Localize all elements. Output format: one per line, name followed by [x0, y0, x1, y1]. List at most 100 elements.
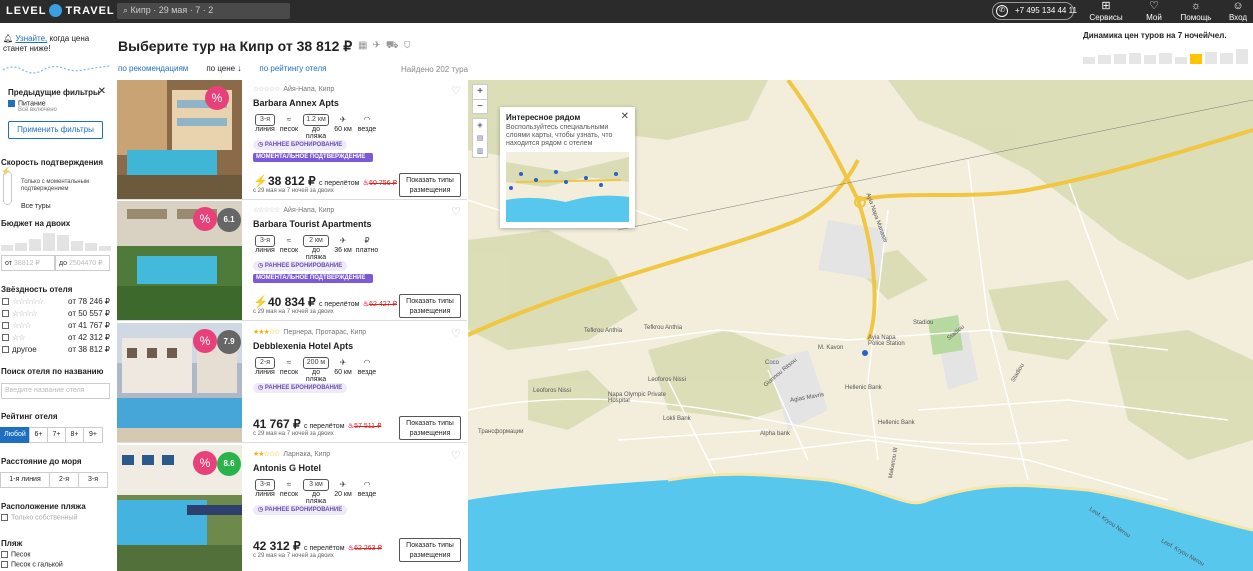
plane-icon: ✈: [339, 115, 347, 124]
favorite-heart-icon[interactable]: ♡: [451, 84, 461, 97]
stars-row[interactable]: ☆☆☆☆ от 50 557 ₽: [2, 309, 110, 318]
price-desc: с 29 мая на 7 ночей за двоих: [253, 553, 334, 559]
hotel-name[interactable]: Barbara Annex Apts: [253, 98, 465, 110]
price-dynamics-bar[interactable]: [1098, 55, 1111, 64]
hotel-name[interactable]: Barbara Tourist Apartments: [253, 219, 465, 231]
speed-opt1[interactable]: Только с моментальным подтверждением: [21, 179, 101, 193]
wifi-icon: ◠: [363, 115, 371, 124]
food-filter[interactable]: Питание: [8, 100, 108, 107]
star-checkbox[interactable]: [2, 322, 9, 330]
favorite-heart-icon[interactable]: ♡: [451, 205, 461, 218]
budget-from-input[interactable]: от 38812 ₽: [1, 255, 55, 271]
search-icon: ⌕: [123, 5, 131, 15]
filter-icon[interactable]: ▥: [473, 145, 487, 158]
sort-recommend[interactable]: по рекомендациям: [118, 64, 188, 73]
hotel-card[interactable]: % ☆☆☆☆☆ Айя-Напа, Кипр Barbara Annex Apts…: [117, 80, 467, 200]
price-alert-link[interactable]: Узнайте,: [15, 34, 47, 43]
stars-row[interactable]: ☆☆☆☆☆ от 78 246 ₽: [2, 297, 110, 306]
show-rooms-button[interactable]: Показать типы размещения: [399, 538, 461, 562]
apply-filters-button[interactable]: Применить фильтры: [8, 121, 103, 139]
budget-to-input[interactable]: до 2504470 ₽: [55, 255, 110, 271]
search-summary[interactable]: ⌕ Кипр · 29 мая · 7 · 2: [117, 3, 290, 19]
phone-button[interactable]: ✆ +7 495 134 44 11: [992, 2, 1077, 20]
price-dynamics-bar[interactable]: [1235, 48, 1248, 64]
help-button[interactable]: ☼ Помощь: [1176, 1, 1216, 23]
show-rooms-button[interactable]: Показать типы размещения: [399, 294, 461, 318]
rating-title: Рейтинг отеля: [1, 412, 58, 421]
place-label: Hellenic Bank: [878, 420, 915, 426]
sea-line2[interactable]: 2-я: [49, 472, 79, 488]
rating-9[interactable]: 9+: [83, 427, 103, 443]
star-checkbox[interactable]: [2, 310, 9, 318]
price-dynamics-bar[interactable]: [1159, 53, 1172, 64]
hotel-price: 42 312 ₽ с перелётом ♨62 263 ₽: [253, 539, 382, 553]
price-dynamics-chart[interactable]: [1083, 42, 1248, 64]
speed-opt2[interactable]: Все туры: [21, 203, 112, 210]
stars-other: другое: [12, 345, 37, 354]
rating-any[interactable]: Любой: [0, 427, 30, 443]
speed-toggle[interactable]: [3, 171, 12, 205]
star-checkbox[interactable]: [2, 334, 9, 342]
beach-pebble-checkbox[interactable]: [1, 561, 8, 569]
stars-row[interactable]: другое от 38 812 ₽: [2, 345, 110, 354]
line-value: 3-я: [255, 114, 275, 126]
login-button[interactable]: ☺ Вход: [1218, 1, 1253, 23]
price-dynamics-bar[interactable]: [1113, 54, 1126, 64]
beach-opt-pebble[interactable]: Песок с галькой: [1, 561, 112, 569]
hotel-card[interactable]: % 6.1 ☆☆☆☆☆ Айя-Напа, Кипр Barbara Touris…: [117, 201, 467, 321]
price-dynamics-bar[interactable]: [1144, 55, 1157, 64]
rating-6[interactable]: 6+: [29, 427, 48, 443]
stars-row[interactable]: ☆☆☆ от 41 767 ₽: [2, 321, 110, 330]
hotel-card[interactable]: % 7.9 ★★★☆☆ Пернера, Протарас, Кипр Debbl…: [117, 323, 467, 443]
beach-opt-sand[interactable]: Песок: [1, 551, 112, 558]
sort-price[interactable]: по цене ↓: [206, 64, 241, 73]
zoom-out-button[interactable]: −: [473, 99, 487, 114]
hotel-name[interactable]: Antonis G Hotel: [253, 463, 465, 475]
my-list-button[interactable]: ♡ Мой список: [1134, 1, 1174, 32]
sea-line1[interactable]: 1-я линия: [0, 472, 50, 488]
food-checkbox[interactable]: [8, 100, 15, 107]
price-desc: с 29 мая на 7 ночей за двоих: [253, 431, 334, 437]
rating-7[interactable]: 7+: [47, 427, 66, 443]
show-rooms-button[interactable]: Показать типы размещения: [399, 416, 461, 440]
street-label: Stadiou: [913, 320, 934, 326]
beach-loc-opt[interactable]: Только собственный: [1, 514, 112, 521]
zoom-in-button[interactable]: +: [473, 85, 487, 99]
price-alert[interactable]: 🔔︎ Узнайте, когда цена станет ниже!: [3, 34, 109, 74]
budget-from-value: 38812 ₽: [13, 260, 40, 267]
favorite-heart-icon[interactable]: ♡: [451, 449, 461, 462]
beach-loc-checkbox[interactable]: [1, 514, 8, 521]
price-dynamics-bar[interactable]: [1128, 53, 1142, 64]
hotel-name[interactable]: Debblexenia Hotel Apts: [253, 341, 465, 353]
sort-rating[interactable]: по рейтингу отеля: [259, 64, 326, 73]
price-dynamics-bar[interactable]: [1189, 54, 1203, 64]
list-icon[interactable]: ▤: [473, 132, 487, 145]
budget-to-label: до: [59, 260, 67, 267]
price-dynamics-bar[interactable]: [1174, 57, 1187, 64]
hotel-card[interactable]: % 8.6 ★★☆☆☆ Ларнака, Кипр Antonis G Hotel…: [117, 445, 467, 571]
price-dynamics-bar[interactable]: [1220, 53, 1233, 64]
place-label: Alpha bank: [760, 431, 791, 437]
hotel-search-input[interactable]: Введите название отеля: [1, 383, 110, 399]
beach-sand-checkbox[interactable]: [1, 551, 8, 558]
layer-icon[interactable]: ◈: [473, 119, 487, 132]
wifi-paid-icon: ₽: [364, 236, 370, 245]
shield-icon: ⛉: [403, 40, 416, 51]
close-icon[interactable]: ✕: [621, 111, 629, 122]
show-rooms-button[interactable]: Показать типы размещения: [399, 173, 461, 197]
favorite-heart-icon[interactable]: ♡: [451, 327, 461, 340]
price-dynamics-bar[interactable]: [1083, 57, 1096, 64]
rating-8[interactable]: 8+: [65, 427, 84, 443]
star-checkbox[interactable]: [2, 298, 9, 306]
sort-bar: по рекомендациям по цене ↓ по рейтингу о…: [118, 64, 344, 73]
services-button[interactable]: ⊞ Сервисы: [1086, 1, 1126, 23]
sea-line3[interactable]: 3-я: [78, 472, 108, 488]
popup-map-thumbnail[interactable]: [506, 152, 629, 222]
price-dynamics-bar[interactable]: [1205, 51, 1218, 64]
hotel-price: ⚡40 834 ₽ с перелётом ♨62 427 ₽: [253, 295, 397, 309]
logo[interactable]: LEVEL TRAVEL: [6, 4, 115, 17]
hotel-features: 3-я линия ≈ песок 3 км до пляжа ✈ 20 км ◠ вез…: [253, 479, 465, 505]
close-icon[interactable]: ✕: [98, 86, 106, 97]
stars-row[interactable]: ☆☆ от 42 312 ₽: [2, 333, 110, 342]
star-checkbox[interactable]: [2, 346, 9, 354]
